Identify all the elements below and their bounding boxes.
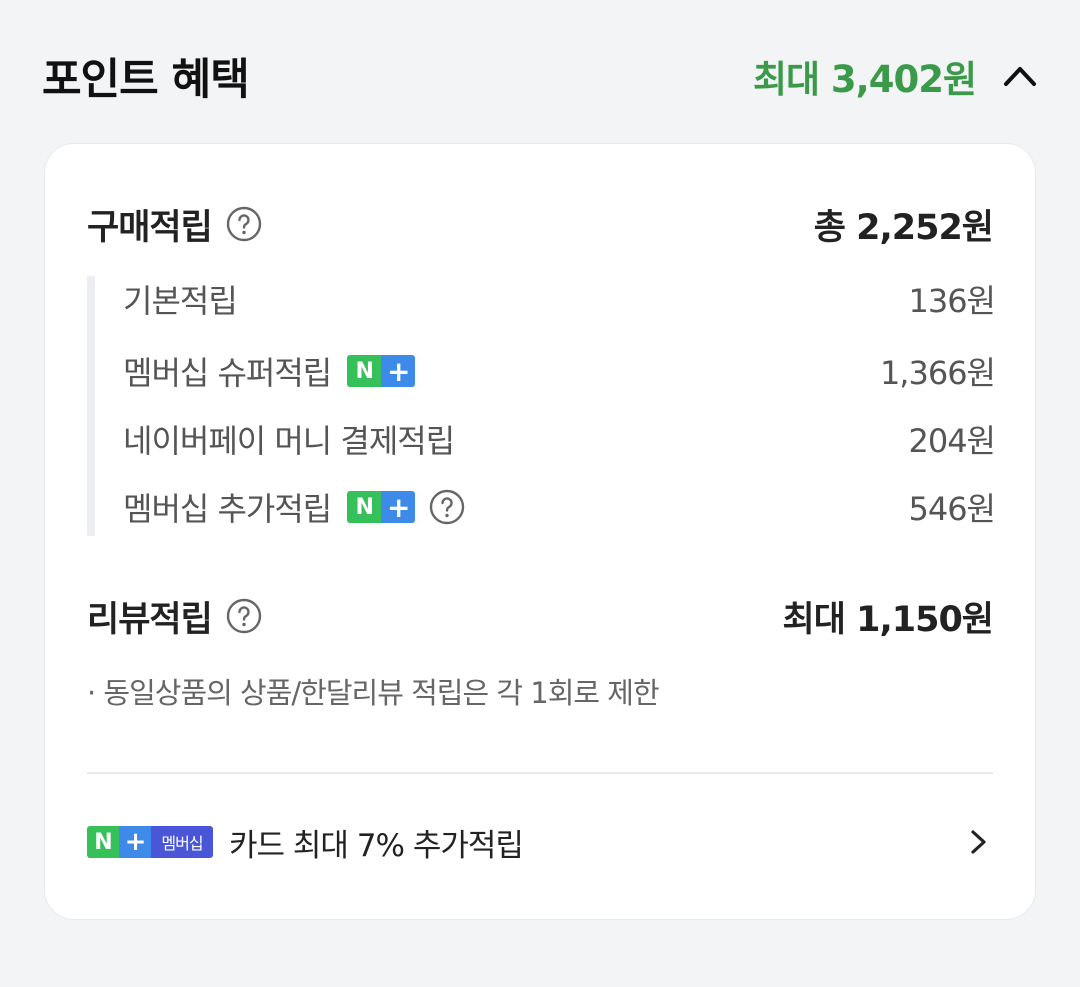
naver-plus-badge: N + — [347, 491, 416, 523]
plus-icon: + — [119, 826, 151, 858]
list-item-label: 멤버십 슈퍼적립 — [123, 354, 332, 392]
points-card: 구매적립 총 2,252원 기본적립 136원 멤버십 슈퍼적립 N + 1,3… — [44, 143, 1036, 920]
naver-n-icon: N — [347, 355, 382, 387]
list-item-amount: 1,366원 — [879, 354, 996, 392]
question-circle-icon[interactable] — [226, 206, 262, 242]
list-item: 기본적립 136원 — [123, 276, 996, 322]
plus-icon: + — [381, 355, 416, 387]
list-item: 멤버십 추가적립 N + 546원 — [123, 484, 996, 530]
review-note: · 동일상품의 상품/한달리뷰 적립은 각 1회로 제한 — [87, 676, 660, 710]
card-promo-link[interactable]: N + 멤버십 카드 최대 7% 추가적립 — [87, 818, 993, 866]
list-item-label: 기본적립 — [123, 282, 238, 320]
page-title: 포인트 혜택 — [42, 55, 250, 105]
question-circle-icon[interactable] — [226, 598, 262, 634]
list-item-label: 네이버페이 머니 결제적립 — [123, 422, 455, 460]
max-points-label: 최대 3,402원 — [752, 58, 977, 101]
list-item-amount: 204원 — [908, 422, 996, 460]
list-item-label-wrap: 멤버십 추가적립 N + — [123, 484, 465, 530]
naver-plus-badge: N + — [347, 355, 416, 387]
divider — [87, 772, 993, 774]
list-item-amount: 136원 — [908, 282, 996, 320]
promo-text: 카드 최대 7% 추가적립 — [229, 827, 524, 864]
naver-plus-membership-badge: N + 멤버십 — [87, 826, 213, 858]
question-circle-icon[interactable] — [429, 489, 465, 525]
naver-n-icon: N — [347, 491, 382, 523]
list-item-label-wrap: 멤버십 슈퍼적립 N + — [123, 348, 416, 394]
review-label: 리뷰적립 — [87, 599, 213, 640]
list-item-label: 멤버십 추가적립 — [123, 490, 332, 528]
chevron-up-icon[interactable] — [1000, 56, 1040, 96]
benefit-header: 포인트 혜택 최대 3,402원 — [42, 48, 1040, 105]
purchase-section-header: 구매적립 총 2,252원 — [87, 199, 994, 249]
review-total: 최대 1,150원 — [782, 599, 994, 640]
membership-badge-text: 멤버십 — [151, 826, 213, 858]
list-item-amount: 546원 — [908, 490, 996, 528]
purchase-label: 구매적립 — [87, 207, 213, 248]
chevron-right-icon[interactable] — [963, 827, 993, 857]
purchase-breakdown: 기본적립 136원 멤버십 슈퍼적립 N + 1,366원 네이버페이 머니 결… — [87, 276, 996, 536]
list-item: 멤버십 슈퍼적립 N + 1,366원 — [123, 348, 996, 394]
purchase-total: 총 2,252원 — [813, 207, 994, 248]
promo-label-wrap: N + 멤버십 카드 최대 7% 추가적립 — [87, 820, 524, 865]
review-section-header: 리뷰적립 최대 1,150원 — [87, 591, 994, 641]
header-right[interactable]: 최대 3,402원 — [753, 49, 1040, 103]
list-item: 네이버페이 머니 결제적립 204원 — [123, 416, 996, 462]
naver-n-icon: N — [87, 826, 119, 858]
plus-icon: + — [381, 491, 416, 523]
